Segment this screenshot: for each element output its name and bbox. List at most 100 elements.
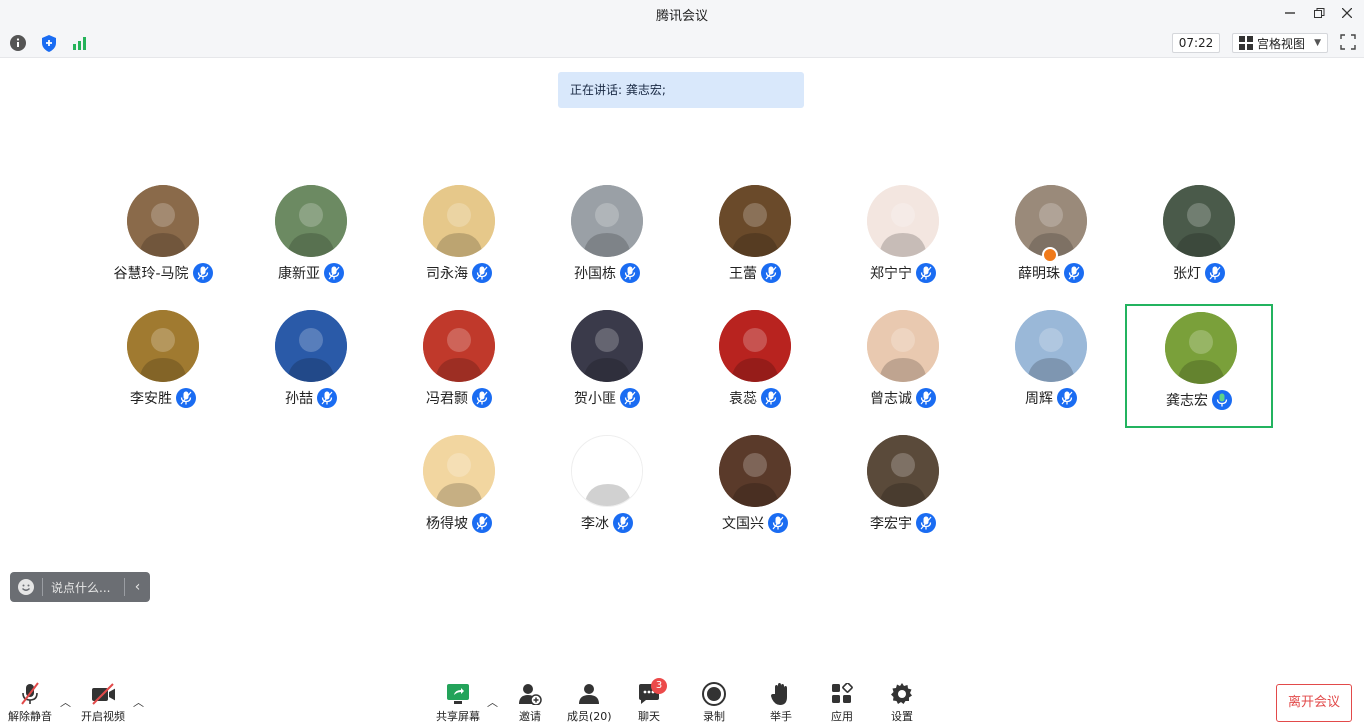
start-video-button[interactable]: 开启视频 (81, 682, 125, 724)
avatar (571, 185, 643, 257)
chat-quick-input[interactable]: 说点什么... ‹ (10, 572, 150, 602)
info-icon[interactable] (9, 34, 27, 52)
avatar (423, 185, 495, 257)
participant-name-row: 贺小匪 (533, 388, 681, 408)
participant-tile[interactable]: 曾志诚 (829, 304, 977, 428)
avatar (127, 185, 199, 257)
collapse-chat-icon[interactable]: ‹ (124, 578, 150, 596)
participant-tile[interactable]: 薛明珠 (977, 179, 1125, 303)
participant-tile[interactable]: 文国兴 (681, 429, 829, 553)
unread-badge: 3 (651, 678, 667, 694)
shield-icon[interactable] (40, 34, 58, 52)
participant-tile[interactable]: 郑宁宁 (829, 179, 977, 303)
participant-name-row: 康新亚 (237, 263, 385, 283)
avatar (423, 310, 495, 382)
participant-tile[interactable]: 袁蕊 (681, 304, 829, 428)
close-icon[interactable] (1337, 4, 1357, 22)
mic-icon (768, 513, 788, 533)
participant-name-row: 文国兴 (681, 513, 829, 533)
members-button[interactable]: 成员(20) (567, 682, 612, 724)
record-button[interactable]: 录制 (702, 682, 726, 724)
participant-tile[interactable]: 冯君颢 (385, 304, 533, 428)
members-label: 成员(20) (567, 710, 612, 723)
participant-tile[interactable]: 杨得坡 (385, 429, 533, 553)
chat-label: 聊天 (638, 710, 660, 723)
chevron-up-icon[interactable]: ︿ (487, 694, 498, 710)
participant-name-row: 龚志宏 (1127, 390, 1271, 410)
grid-view-icon (1239, 36, 1253, 50)
settings-button[interactable]: 设置 (890, 682, 914, 724)
mic-icon (472, 263, 492, 283)
participant-tile[interactable]: 孙喆 (237, 304, 385, 428)
raise-hand-label: 举手 (770, 710, 792, 723)
hand-icon (769, 682, 793, 706)
participant-tile[interactable]: 李安胜 (89, 304, 237, 428)
mic-icon (916, 513, 936, 533)
leave-meeting-button[interactable]: 离开会议 (1276, 684, 1352, 722)
participant-tile[interactable]: 康新亚 (237, 179, 385, 303)
meeting-info-bar: 07:22 宫格视图 ▼ (0, 28, 1364, 58)
chat-placeholder[interactable]: 说点什么... (51, 579, 124, 596)
speaking-indicator: 正在讲话: 龚志宏; (558, 72, 804, 108)
participant-tile[interactable]: 李冰 (533, 429, 681, 553)
participant-tile[interactable]: 王蕾 (681, 179, 829, 303)
mic-icon (472, 388, 492, 408)
participant-name: 李安胜 (130, 391, 172, 407)
restore-icon[interactable] (1309, 4, 1329, 22)
participant-tile[interactable]: 周辉 (977, 304, 1125, 428)
participant-name: 冯君颢 (426, 391, 468, 407)
participant-name: 周辉 (1025, 391, 1053, 407)
participant-name: 王蕾 (729, 266, 757, 282)
participant-tile[interactable]: 张灯 (1125, 179, 1273, 303)
participant-name: 司永海 (426, 266, 468, 282)
participant-tile[interactable]: 李宏宇 (829, 429, 977, 553)
avatar (571, 310, 643, 382)
view-mode-label: 宫格视图 (1257, 36, 1306, 51)
mic-icon (620, 263, 640, 283)
participant-name: 杨得坡 (426, 516, 468, 532)
minimize-icon[interactable] (1280, 4, 1300, 22)
chat-button[interactable]: 3 聊天 (637, 678, 667, 724)
chevron-up-icon[interactable]: ︿ (133, 694, 144, 710)
avatar (127, 310, 199, 382)
participant-name: 康新亚 (278, 266, 320, 282)
share-screen-label: 共享屏幕 (436, 710, 480, 723)
participant-name-row: 周辉 (977, 388, 1125, 408)
chevron-down-icon: ▼ (1314, 38, 1321, 48)
participant-tile[interactable]: 司永海 (385, 179, 533, 303)
fullscreen-icon[interactable] (1340, 34, 1358, 52)
mic-icon (324, 263, 344, 283)
view-mode-dropdown[interactable]: 宫格视图 ▼ (1232, 33, 1328, 53)
apps-label: 应用 (831, 710, 853, 723)
participant-tile[interactable]: 龚志宏 (1125, 304, 1273, 428)
participant-name-row: 谷慧玲-马院 (89, 263, 237, 283)
participant-name-row: 袁蕊 (681, 388, 829, 408)
chevron-up-icon[interactable]: ︿ (60, 694, 71, 710)
unmute-button[interactable]: 解除静音 (8, 682, 52, 724)
add-user-icon (518, 682, 542, 706)
chat-icon: 3 (637, 678, 667, 706)
raise-hand-button[interactable]: 举手 (769, 682, 793, 724)
participant-tile[interactable]: 孙国栋 (533, 179, 681, 303)
avatar (719, 435, 791, 507)
avatar (1015, 310, 1087, 382)
apps-icon (830, 682, 854, 706)
invite-button[interactable]: 邀请 (518, 682, 542, 724)
avatar (275, 185, 347, 257)
participant-name: 谷慧玲-马院 (113, 266, 189, 282)
signal-icon[interactable] (71, 34, 89, 52)
avatar (867, 435, 939, 507)
apps-button[interactable]: 应用 (830, 682, 854, 724)
avatar (867, 310, 939, 382)
participant-tile[interactable]: 谷慧玲-马院 (89, 179, 237, 303)
mic-icon (916, 388, 936, 408)
record-icon (702, 682, 726, 706)
unmute-label: 解除静音 (8, 710, 52, 723)
record-label: 录制 (703, 710, 725, 723)
participant-name-row: 薛明珠 (977, 263, 1125, 283)
participant-name-row: 司永海 (385, 263, 533, 283)
share-screen-button[interactable]: 共享屏幕 (436, 682, 480, 724)
participant-tile[interactable]: 贺小匪 (533, 304, 681, 428)
emoji-icon[interactable] (18, 579, 34, 595)
participant-name: 孙喆 (285, 391, 313, 407)
